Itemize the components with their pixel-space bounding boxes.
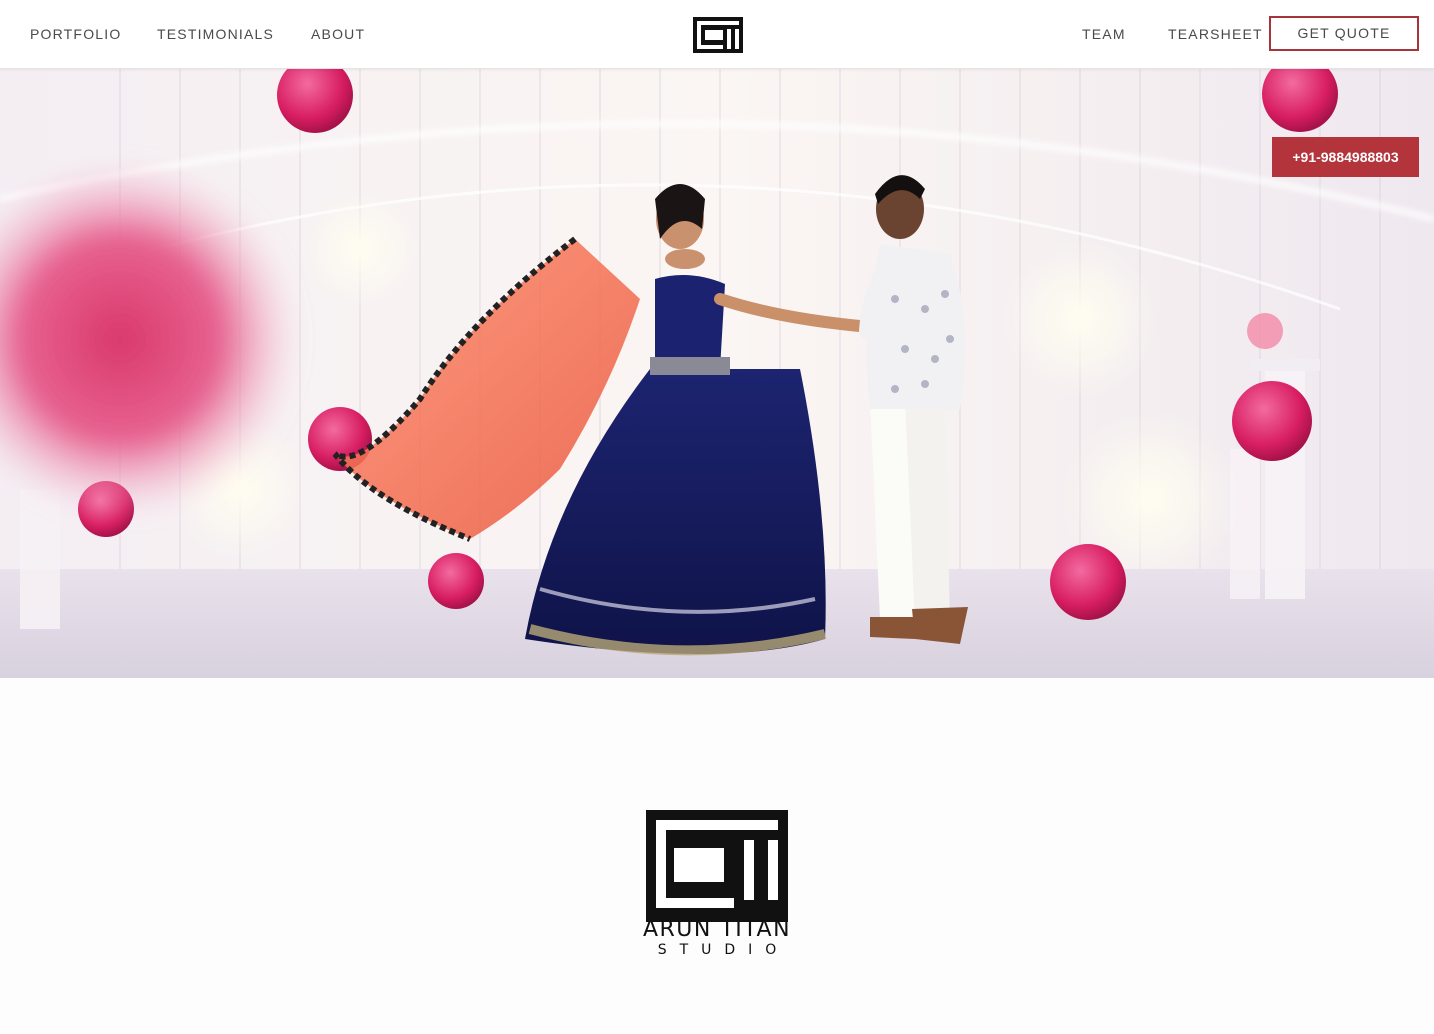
brand-name: ARUN TITAN bbox=[642, 917, 792, 942]
nav-team[interactable]: TEAM bbox=[1082, 26, 1126, 42]
brand-subtitle: STUDIO bbox=[657, 942, 790, 958]
phone-number-button[interactable]: +91-9884988803 bbox=[1272, 137, 1419, 177]
hero-photo bbox=[0, 69, 1434, 678]
hero-banner: +91-9884988803 bbox=[0, 69, 1434, 678]
nav-testimonials[interactable]: TESTIMONIALS bbox=[157, 26, 274, 42]
header-logo-icon[interactable] bbox=[693, 17, 743, 53]
arun-titan-logo-icon bbox=[646, 810, 788, 922]
nav-tearsheet[interactable]: TEARSHEET bbox=[1168, 26, 1263, 42]
nav-portfolio[interactable]: PORTFOLIO bbox=[30, 26, 121, 42]
brand-section: ARUN TITAN STUDIO bbox=[0, 678, 1434, 1034]
site-header: PORTFOLIO TESTIMONIALS ABOUT TEAM TEARSH… bbox=[0, 0, 1434, 69]
get-quote-button[interactable]: GET QUOTE bbox=[1269, 16, 1419, 51]
nav-about[interactable]: ABOUT bbox=[311, 26, 365, 42]
